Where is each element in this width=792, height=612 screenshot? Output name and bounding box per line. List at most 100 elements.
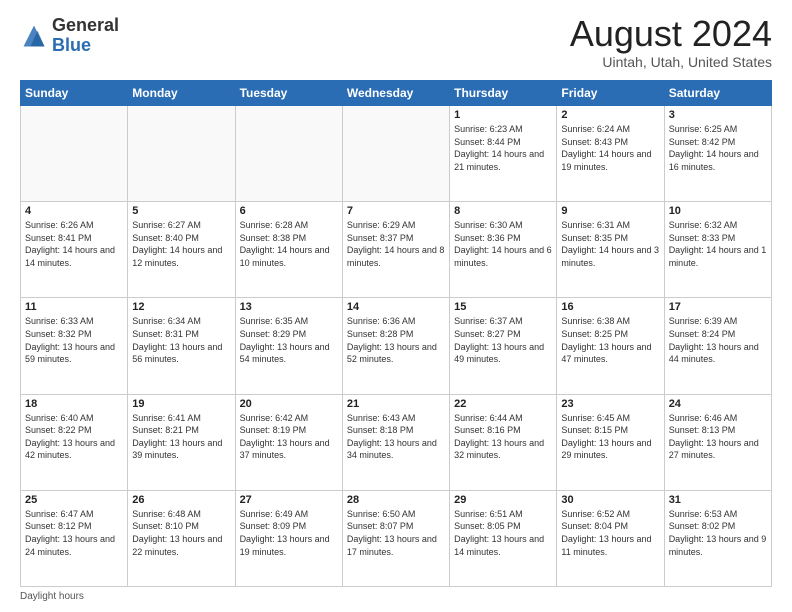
day-number: 27 (240, 494, 338, 506)
day-info: Sunrise: 6:26 AM Sunset: 8:41 PM Dayligh… (25, 219, 123, 269)
day-number: 2 (561, 109, 659, 121)
day-info: Sunrise: 6:23 AM Sunset: 8:44 PM Dayligh… (454, 123, 552, 173)
table-row: 5 Sunrise: 6:27 AM Sunset: 8:40 PM Daylig… (128, 202, 235, 298)
day-number: 19 (132, 398, 230, 410)
day-number: 16 (561, 301, 659, 313)
table-row: 18 Sunrise: 6:40 AM Sunset: 8:22 PM Dayli… (21, 394, 128, 490)
calendar-week-row: 11 Sunrise: 6:33 AM Sunset: 8:32 PM Dayli… (21, 298, 772, 394)
calendar-week-row: 1 Sunrise: 6:23 AM Sunset: 8:44 PM Daylig… (21, 106, 772, 202)
logo-text: General Blue (52, 16, 119, 56)
day-number: 21 (347, 398, 445, 410)
col-thursday: Thursday (450, 81, 557, 106)
day-number: 4 (25, 205, 123, 217)
day-number: 22 (454, 398, 552, 410)
table-row: 4 Sunrise: 6:26 AM Sunset: 8:41 PM Daylig… (21, 202, 128, 298)
table-row: 26 Sunrise: 6:48 AM Sunset: 8:10 PM Dayli… (128, 490, 235, 586)
calendar-week-row: 4 Sunrise: 6:26 AM Sunset: 8:41 PM Daylig… (21, 202, 772, 298)
table-row: 8 Sunrise: 6:30 AM Sunset: 8:36 PM Daylig… (450, 202, 557, 298)
col-tuesday: Tuesday (235, 81, 342, 106)
day-info: Sunrise: 6:38 AM Sunset: 8:25 PM Dayligh… (561, 315, 659, 365)
day-number: 12 (132, 301, 230, 313)
day-info: Sunrise: 6:36 AM Sunset: 8:28 PM Dayligh… (347, 315, 445, 365)
table-row: 17 Sunrise: 6:39 AM Sunset: 8:24 PM Dayli… (664, 298, 771, 394)
day-number: 9 (561, 205, 659, 217)
table-row: 29Sunrise: 6:51 AM Sunset: 8:05 PM Dayli… (450, 490, 557, 586)
col-wednesday: Wednesday (342, 81, 449, 106)
table-row: 2 Sunrise: 6:24 AM Sunset: 8:43 PM Daylig… (557, 106, 664, 202)
day-number: 15 (454, 301, 552, 313)
page: General Blue August 2024 Uintah, Utah, U… (0, 0, 792, 612)
table-row (235, 106, 342, 202)
col-monday: Monday (128, 81, 235, 106)
table-row: 11 Sunrise: 6:33 AM Sunset: 8:32 PM Dayli… (21, 298, 128, 394)
calendar-week-row: 18 Sunrise: 6:40 AM Sunset: 8:22 PM Dayli… (21, 394, 772, 490)
calendar-header-row: Sunday Monday Tuesday Wednesday Thursday… (21, 81, 772, 106)
footer: Daylight hours (20, 591, 772, 602)
day-info: Sunrise: 6:34 AM Sunset: 8:31 PM Dayligh… (132, 315, 230, 365)
day-info: Sunrise: 6:30 AM Sunset: 8:36 PM Dayligh… (454, 219, 552, 269)
day-info: Sunrise: 6:47 AM Sunset: 8:12 PM Dayligh… (25, 508, 123, 558)
table-row: 13 Sunrise: 6:35 AM Sunset: 8:29 PM Dayli… (235, 298, 342, 394)
title-block: August 2024 Uintah, Utah, United States (570, 16, 772, 70)
table-row: 28Sunrise: 6:50 AM Sunset: 8:07 PM Dayli… (342, 490, 449, 586)
day-number: 23 (561, 398, 659, 410)
table-row: 1 Sunrise: 6:23 AM Sunset: 8:44 PM Daylig… (450, 106, 557, 202)
table-row: 9 Sunrise: 6:31 AM Sunset: 8:35 PM Daylig… (557, 202, 664, 298)
day-number: 8 (454, 205, 552, 217)
col-sunday: Sunday (21, 81, 128, 106)
day-info: Sunrise: 6:49 AM Sunset: 8:09 PM Dayligh… (240, 508, 338, 558)
table-row (128, 106, 235, 202)
table-row (21, 106, 128, 202)
day-info: Sunrise: 6:24 AM Sunset: 8:43 PM Dayligh… (561, 123, 659, 173)
header: General Blue August 2024 Uintah, Utah, U… (20, 16, 772, 70)
day-number: 6 (240, 205, 338, 217)
table-row: 14 Sunrise: 6:36 AM Sunset: 8:28 PM Dayli… (342, 298, 449, 394)
day-number: 24 (669, 398, 767, 410)
day-number: 25 (25, 494, 123, 506)
day-info: Sunrise: 6:32 AM Sunset: 8:33 PM Dayligh… (669, 219, 767, 269)
table-row: 3Sunrise: 6:25 AM Sunset: 8:42 PM Daylig… (664, 106, 771, 202)
day-info: Sunrise: 6:41 AM Sunset: 8:21 PM Dayligh… (132, 412, 230, 462)
table-row: 19 Sunrise: 6:41 AM Sunset: 8:21 PM Dayli… (128, 394, 235, 490)
daylight-label: Daylight hours (20, 591, 84, 602)
day-info: Sunrise: 6:45 AM Sunset: 8:15 PM Dayligh… (561, 412, 659, 462)
day-info: Sunrise: 6:52 AM Sunset: 8:04 PM Dayligh… (561, 508, 659, 558)
location: Uintah, Utah, United States (570, 54, 772, 70)
day-info: Sunrise: 6:43 AM Sunset: 8:18 PM Dayligh… (347, 412, 445, 462)
col-saturday: Saturday (664, 81, 771, 106)
logo-general: General (52, 15, 119, 35)
table-row: 24Sunrise: 6:46 AM Sunset: 8:13 PM Dayli… (664, 394, 771, 490)
table-row: 21 Sunrise: 6:43 AM Sunset: 8:18 PM Dayli… (342, 394, 449, 490)
calendar-week-row: 25 Sunrise: 6:47 AM Sunset: 8:12 PM Dayli… (21, 490, 772, 586)
day-info: Sunrise: 6:53 AM Sunset: 8:02 PM Dayligh… (669, 508, 767, 558)
day-number: 17 (669, 301, 767, 313)
day-number: 5 (132, 205, 230, 217)
day-info: Sunrise: 6:40 AM Sunset: 8:22 PM Dayligh… (25, 412, 123, 462)
day-info: Sunrise: 6:27 AM Sunset: 8:40 PM Dayligh… (132, 219, 230, 269)
day-number: 26 (132, 494, 230, 506)
day-info: Sunrise: 6:39 AM Sunset: 8:24 PM Dayligh… (669, 315, 767, 365)
day-info: Sunrise: 6:33 AM Sunset: 8:32 PM Dayligh… (25, 315, 123, 365)
day-number: 1 (454, 109, 552, 121)
day-number: 3 (669, 109, 767, 121)
day-info: Sunrise: 6:51 AM Sunset: 8:05 PM Dayligh… (454, 508, 552, 558)
logo: General Blue (20, 16, 119, 56)
table-row: 23 Sunrise: 6:45 AM Sunset: 8:15 PM Dayli… (557, 394, 664, 490)
col-friday: Friday (557, 81, 664, 106)
day-info: Sunrise: 6:29 AM Sunset: 8:37 PM Dayligh… (347, 219, 445, 269)
day-number: 13 (240, 301, 338, 313)
day-info: Sunrise: 6:48 AM Sunset: 8:10 PM Dayligh… (132, 508, 230, 558)
day-number: 18 (25, 398, 123, 410)
table-row: 6 Sunrise: 6:28 AM Sunset: 8:38 PM Daylig… (235, 202, 342, 298)
day-number: 14 (347, 301, 445, 313)
table-row: 12 Sunrise: 6:34 AM Sunset: 8:31 PM Dayli… (128, 298, 235, 394)
day-info: Sunrise: 6:35 AM Sunset: 8:29 PM Dayligh… (240, 315, 338, 365)
logo-icon (20, 22, 48, 50)
day-number: 11 (25, 301, 123, 313)
day-info: Sunrise: 6:28 AM Sunset: 8:38 PM Dayligh… (240, 219, 338, 269)
day-info: Sunrise: 6:42 AM Sunset: 8:19 PM Dayligh… (240, 412, 338, 462)
table-row: 27 Sunrise: 6:49 AM Sunset: 8:09 PM Dayli… (235, 490, 342, 586)
table-row: 22Sunrise: 6:44 AM Sunset: 8:16 PM Dayli… (450, 394, 557, 490)
day-info: Sunrise: 6:31 AM Sunset: 8:35 PM Dayligh… (561, 219, 659, 269)
day-info: Sunrise: 6:50 AM Sunset: 8:07 PM Dayligh… (347, 508, 445, 558)
